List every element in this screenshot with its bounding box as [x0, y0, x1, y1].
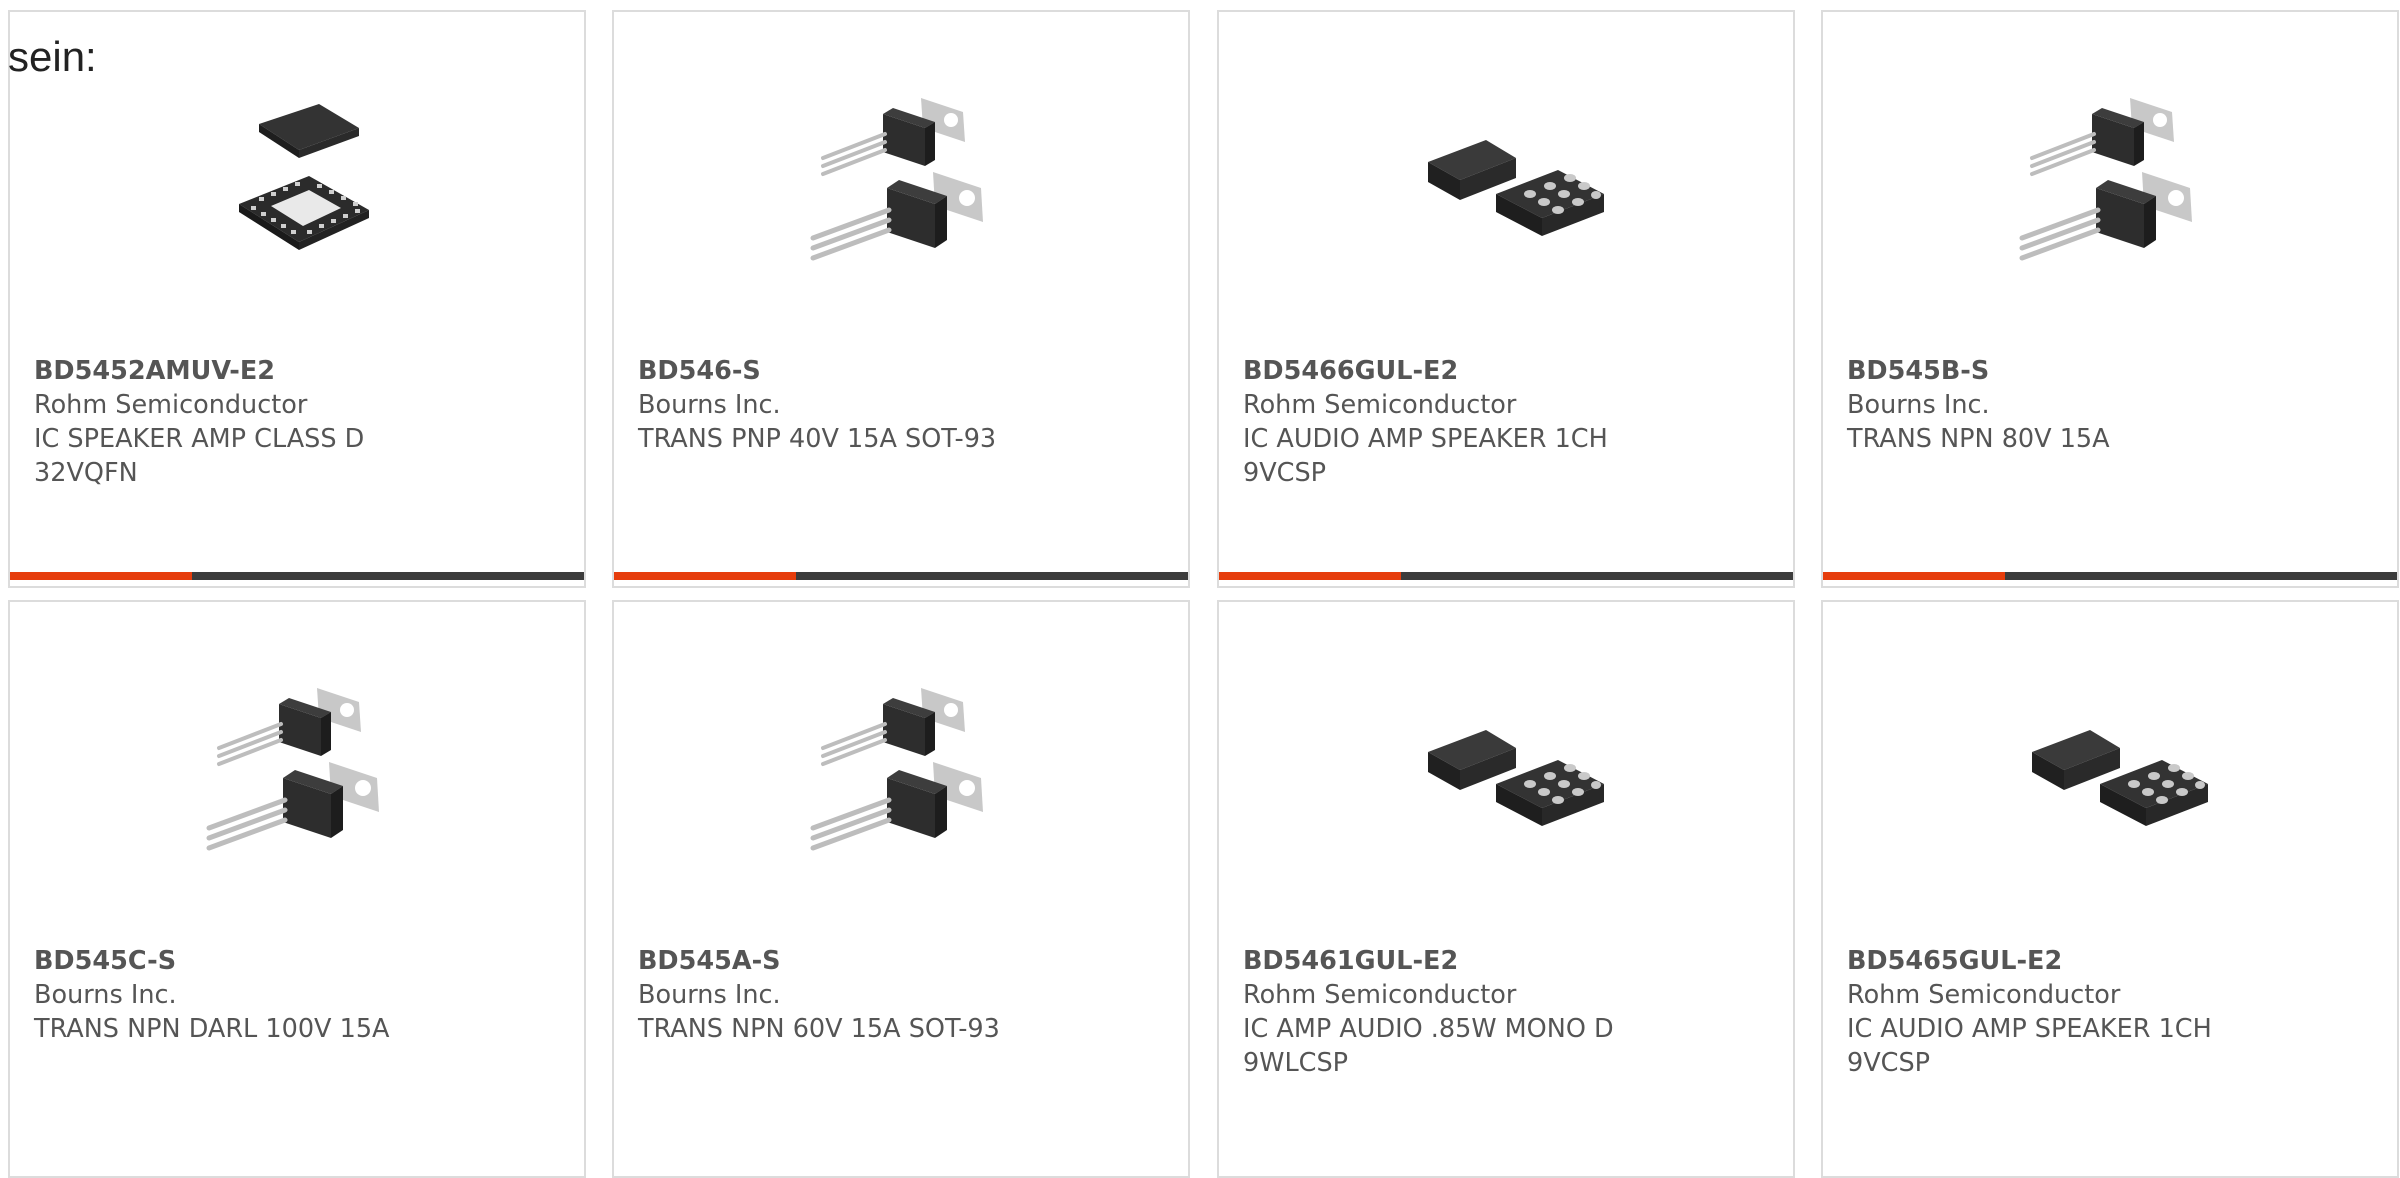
part-number[interactable]: BD545A-S — [638, 944, 1164, 978]
product-info: BD5466GUL-E2 Rohm Semiconductor IC AUDIO… — [1243, 354, 1769, 490]
product-card[interactable]: BD545C-S Bourns Inc. TRANS NPN DARL 100V… — [8, 600, 586, 1178]
manufacturer: Rohm Semiconductor — [1847, 980, 2121, 1010]
manufacturer: Bourns Inc. — [638, 390, 781, 420]
product-info: BD546-S Bourns Inc. TRANS PNP 40V 15A SO… — [638, 354, 1164, 456]
card-footer-bar — [10, 572, 584, 580]
card-footer-bar — [614, 572, 1188, 580]
description: TRANS PNP 40V 15A SOT-93 — [638, 424, 997, 454]
product-info: BD5461GUL-E2 Rohm Semiconductor IC AMP A… — [1243, 944, 1769, 1080]
to-package-icon — [803, 674, 1003, 874]
product-info: BD545A-S Bourns Inc. TRANS NPN 60V 15A S… — [638, 944, 1164, 1046]
product-card[interactable]: BD5461GUL-E2 Rohm Semiconductor IC AMP A… — [1217, 600, 1795, 1178]
product-info: BD545B-S Bourns Inc. TRANS NPN 80V 15A — [1847, 354, 2373, 456]
card-footer-bar — [1823, 572, 2397, 580]
card-footer-accent — [1823, 572, 2005, 580]
csp-package-icon — [2012, 674, 2212, 874]
description: IC AUDIO AMP SPEAKER 1CH 9VCSP — [1847, 1014, 2212, 1078]
description: TRANS NPN DARL 100V 15A — [34, 1014, 390, 1044]
product-card[interactable]: BD545A-S Bourns Inc. TRANS NPN 60V 15A S… — [612, 600, 1190, 1178]
part-number[interactable]: BD5465GUL-E2 — [1847, 944, 2373, 978]
part-number[interactable]: BD5461GUL-E2 — [1243, 944, 1769, 978]
intro-text: sein: — [8, 33, 97, 80]
description: IC SPEAKER AMP CLASS D 32VQFN — [34, 424, 365, 488]
product-card[interactable]: BD5452AMUV-E2 Rohm Semiconductor IC SPEA… — [8, 10, 586, 588]
product-card[interactable]: BD5465GUL-E2 Rohm Semiconductor IC AUDIO… — [1821, 600, 2399, 1178]
to-package-icon — [199, 674, 399, 874]
card-footer-bar — [1219, 572, 1793, 580]
manufacturer: Rohm Semiconductor — [1243, 980, 1517, 1010]
description: TRANS NPN 80V 15A — [1847, 424, 2110, 454]
product-card[interactable]: BD545B-S Bourns Inc. TRANS NPN 80V 15A — [1821, 10, 2399, 588]
product-card[interactable]: BD5466GUL-E2 Rohm Semiconductor IC AUDIO… — [1217, 10, 1795, 588]
manufacturer: Bourns Inc. — [638, 980, 781, 1010]
qfn-package-icon — [199, 84, 399, 284]
part-number[interactable]: BD545B-S — [1847, 354, 2373, 388]
product-info: BD5465GUL-E2 Rohm Semiconductor IC AUDIO… — [1847, 944, 2373, 1080]
manufacturer: Rohm Semiconductor — [1243, 390, 1517, 420]
manufacturer: Rohm Semiconductor — [34, 390, 308, 420]
part-number[interactable]: BD546-S — [638, 354, 1164, 388]
csp-package-icon — [1408, 674, 1608, 874]
product-info: BD545C-S Bourns Inc. TRANS NPN DARL 100V… — [34, 944, 560, 1046]
to-package-icon — [803, 84, 1003, 284]
description: TRANS NPN 60V 15A SOT-93 — [638, 1014, 1000, 1044]
card-footer-accent — [1219, 572, 1401, 580]
part-number[interactable]: BD5466GUL-E2 — [1243, 354, 1769, 388]
description: IC AUDIO AMP SPEAKER 1CH 9VCSP — [1243, 424, 1608, 488]
to-package-icon — [2012, 84, 2212, 284]
manufacturer: Bourns Inc. — [1847, 390, 1990, 420]
part-number[interactable]: BD545C-S — [34, 944, 560, 978]
card-footer-accent — [614, 572, 796, 580]
part-number[interactable]: BD5452AMUV-E2 — [34, 354, 560, 388]
description: IC AMP AUDIO .85W MONO D 9WLCSP — [1243, 1014, 1614, 1078]
manufacturer: Bourns Inc. — [34, 980, 177, 1010]
product-card[interactable]: BD546-S Bourns Inc. TRANS PNP 40V 15A SO… — [612, 10, 1190, 588]
product-info: BD5452AMUV-E2 Rohm Semiconductor IC SPEA… — [34, 354, 560, 490]
card-footer-accent — [10, 572, 192, 580]
csp-package-icon — [1408, 84, 1608, 284]
